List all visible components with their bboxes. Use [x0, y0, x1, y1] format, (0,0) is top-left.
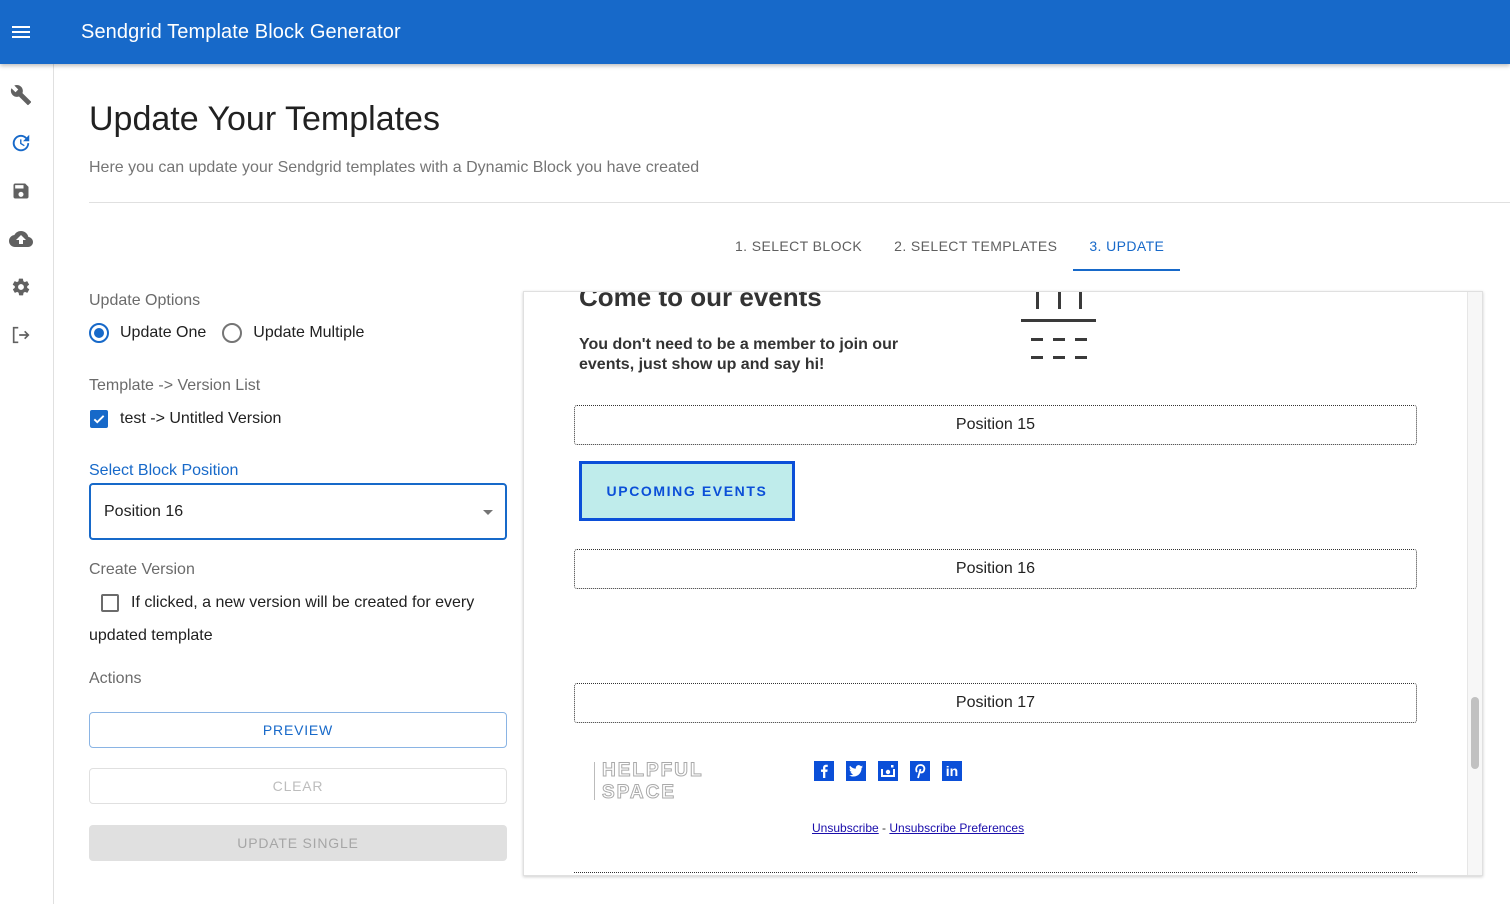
floppy-save-icon — [11, 181, 31, 206]
position-slot-partial — [574, 872, 1417, 873]
sidebar-item-update[interactable] — [9, 133, 33, 157]
create-version-text-line2: updated template — [89, 627, 213, 644]
twitter-icon[interactable] — [846, 761, 866, 781]
facebook-icon[interactable] — [814, 761, 834, 781]
sidebar-item-logout[interactable] — [9, 325, 33, 349]
unsubscribe-row: Unsubscribe - Unsubscribe Preferences — [812, 821, 1024, 835]
sidebar-item-save[interactable] — [9, 181, 33, 205]
calendar-icon — [1021, 292, 1099, 369]
cloud-upload-icon — [9, 227, 33, 256]
radio-update-one-label[interactable]: Update One — [120, 324, 206, 342]
position-slot-16[interactable]: Position 16 — [574, 549, 1417, 589]
update-single-button[interactable]: UPDATE SINGLE — [89, 825, 507, 861]
page-title: Update Your Templates — [89, 100, 440, 138]
checkmark-icon — [93, 415, 105, 424]
update-options-label: Update Options — [89, 292, 201, 309]
tab-select-block[interactable]: 1. SELECT BLOCK — [719, 230, 878, 271]
event-text: You don't need to be a member to join ou… — [579, 336, 899, 373]
logo-line1: HELPFUL — [602, 760, 704, 782]
clear-button[interactable]: CLEAR — [89, 768, 507, 804]
block-position-value: Position 16 — [104, 502, 184, 520]
logo-line2: SPACE — [602, 782, 677, 804]
create-version-label: Create Version — [89, 561, 195, 578]
radio-update-multiple-label[interactable]: Update Multiple — [253, 324, 364, 342]
preview-button[interactable]: PREVIEW — [89, 712, 507, 748]
logo-divider — [594, 762, 595, 800]
event-title: Come to our events — [579, 291, 822, 312]
position-slot-15[interactable]: Position 15 — [574, 405, 1417, 445]
create-version-text-line1[interactable]: If clicked, a new version will be create… — [131, 594, 474, 612]
preview-scrollbar[interactable] — [1467, 292, 1482, 875]
linkedin-icon[interactable]: in — [942, 761, 962, 781]
version-list-item: test -> Untitled Version — [90, 410, 281, 428]
sidebar-item-tools[interactable] — [9, 84, 33, 111]
sidebar-item-upload[interactable] — [9, 229, 33, 253]
position-slot-17[interactable]: Position 17 — [574, 683, 1417, 723]
template-preview: Come to our events You don't need to be … — [523, 291, 1483, 876]
block-position-label: Select Block Position — [89, 462, 239, 479]
app-bar: Sendgrid Template Block Generator — [0, 0, 1510, 64]
upcoming-events-button[interactable]: UPCOMING EVENTS — [579, 461, 795, 521]
instagram-icon[interactable] — [878, 761, 898, 781]
app-title: Sendgrid Template Block Generator — [81, 20, 401, 43]
block-position-select[interactable]: Position 16 — [89, 483, 507, 540]
gear-icon — [11, 277, 31, 302]
create-version-row: If clicked, a new version will be create… — [101, 594, 474, 612]
version-list-label: Template -> Version List — [89, 377, 261, 394]
unsubscribe-separator: - — [878, 821, 890, 835]
version-checkbox[interactable] — [90, 410, 108, 428]
unsubscribe-link[interactable]: Unsubscribe — [812, 821, 879, 835]
dropdown-caret-icon — [483, 510, 493, 515]
actions-label: Actions — [89, 670, 142, 687]
page-subtitle: Here you can update your Sendgrid templa… — [89, 159, 700, 176]
create-version-checkbox[interactable] — [101, 594, 119, 612]
sidebar — [0, 64, 54, 904]
pinterest-icon[interactable] — [910, 761, 930, 781]
preview-scroll-thumb[interactable] — [1471, 697, 1479, 769]
divider — [89, 202, 1510, 203]
hamburger-menu-icon — [12, 26, 30, 38]
tab-update[interactable]: 3. UPDATE — [1073, 230, 1181, 271]
sidebar-item-settings[interactable] — [9, 277, 33, 301]
social-links: in — [814, 761, 974, 781]
helpful-space-logo: HELPFUL SPACE — [594, 760, 704, 804]
wrench-icon — [10, 84, 32, 111]
logout-icon — [10, 324, 32, 351]
tab-select-templates[interactable]: 2. SELECT TEMPLATES — [878, 230, 1073, 271]
stepper-tabs: 1. SELECT BLOCK 2. SELECT TEMPLATES 3. U… — [719, 230, 1181, 271]
radio-update-one[interactable] — [89, 323, 109, 343]
menu-button[interactable] — [0, 0, 42, 64]
version-label[interactable]: test -> Untitled Version — [120, 410, 281, 428]
radio-update-multiple[interactable] — [222, 323, 243, 343]
update-options-radio-group: Update One Update Multiple — [89, 323, 380, 343]
unsubscribe-preferences-link[interactable]: Unsubscribe Preferences — [889, 821, 1024, 835]
update-clock-icon — [10, 132, 32, 159]
